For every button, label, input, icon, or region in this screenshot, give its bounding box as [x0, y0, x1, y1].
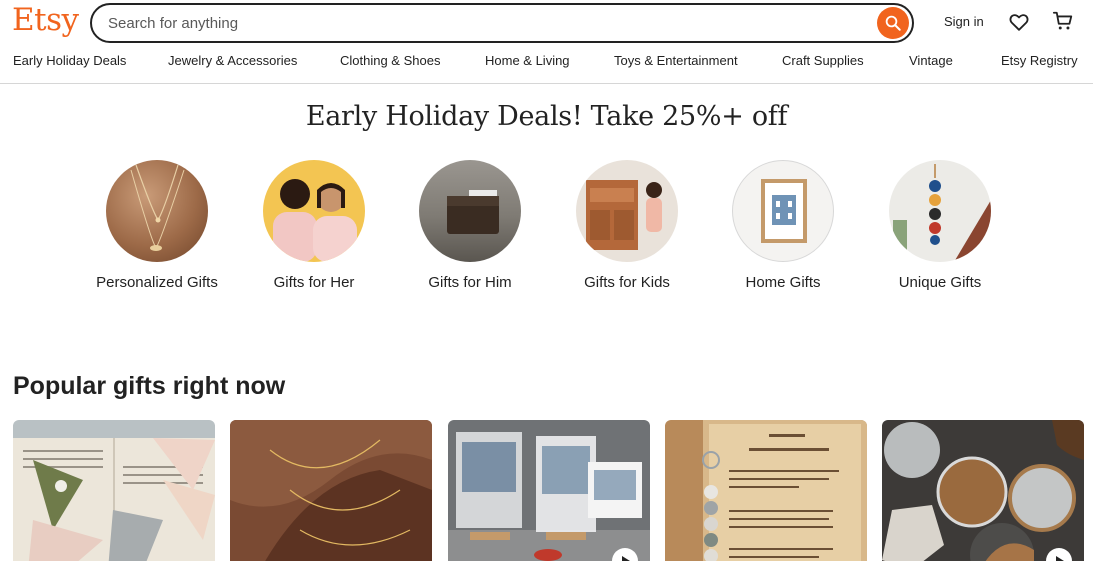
product-card-name-necklace[interactable] [230, 420, 432, 561]
category-label: Gifts for Kids [584, 274, 670, 291]
search-button[interactable] [877, 7, 909, 39]
category-gifts-for-kids[interactable]: Gifts for Kids [557, 160, 697, 292]
nav-early-holiday-deals[interactable]: Early Holiday Deals [13, 53, 126, 68]
product-image [13, 420, 215, 561]
category-label: Unique Gifts [898, 274, 982, 291]
nav-vintage[interactable]: Vintage [909, 53, 953, 68]
category-label: Gifts for Him [428, 274, 512, 291]
play-icon [1056, 556, 1064, 561]
nav-toys-entertainment[interactable]: Toys & Entertainment [614, 53, 738, 68]
category-gifts-for-her[interactable]: Gifts for Her [244, 160, 384, 292]
category-personalized-gifts[interactable]: Personalized Gifts [87, 160, 227, 292]
gifts-for-kids-image [576, 160, 678, 262]
etsy-logo[interactable]: Etsy [12, 2, 79, 38]
gifts-for-her-image [263, 160, 365, 262]
nav-etsy-registry[interactable]: Etsy Registry [1001, 53, 1078, 68]
personalized-gifts-image [106, 160, 208, 262]
product-card-photo-plaque[interactable] [448, 420, 650, 561]
gifts-for-him-image [419, 160, 521, 262]
category-home-gifts[interactable]: Home Gifts [713, 160, 853, 292]
nav-home-living[interactable]: Home & Living [485, 53, 570, 68]
play-icon [622, 556, 630, 561]
banner-heading: Early Holiday Deals! Take 25%+ off [305, 101, 788, 132]
product-card-keychain-card[interactable] [665, 420, 867, 561]
unique-gifts-image [889, 160, 991, 262]
product-image [665, 420, 867, 561]
popular-gifts-heading: Popular gifts right now [13, 372, 286, 400]
nav-jewelry-accessories[interactable]: Jewelry & Accessories [168, 53, 297, 68]
product-card-bookmarks[interactable] [13, 420, 215, 561]
category-nav: Early Holiday Deals Jewelry & Accessorie… [0, 53, 1093, 73]
product-image [448, 420, 650, 561]
cart-icon[interactable] [1052, 10, 1074, 32]
category-label: Gifts for Her [273, 274, 355, 291]
category-label: Home Gifts [745, 274, 821, 291]
nav-craft-supplies[interactable]: Craft Supplies [782, 53, 864, 68]
search-icon [885, 15, 901, 31]
search-bar[interactable] [90, 3, 914, 43]
search-input[interactable] [108, 5, 868, 41]
product-image [882, 420, 1084, 561]
site-header: Etsy Sign in Early Holiday Deals Jewelry… [0, 0, 1093, 84]
product-card-coasters[interactable] [882, 420, 1084, 561]
home-gifts-image [732, 160, 834, 262]
nav-clothing-shoes[interactable]: Clothing & Shoes [340, 53, 440, 68]
category-gifts-for-him[interactable]: Gifts for Him [400, 160, 540, 292]
sign-in-link[interactable]: Sign in [944, 14, 984, 29]
product-image [230, 420, 432, 561]
category-label: Personalized Gifts [96, 274, 218, 291]
favorites-heart-icon[interactable] [1008, 11, 1030, 33]
category-unique-gifts[interactable]: Unique Gifts [870, 160, 1010, 292]
